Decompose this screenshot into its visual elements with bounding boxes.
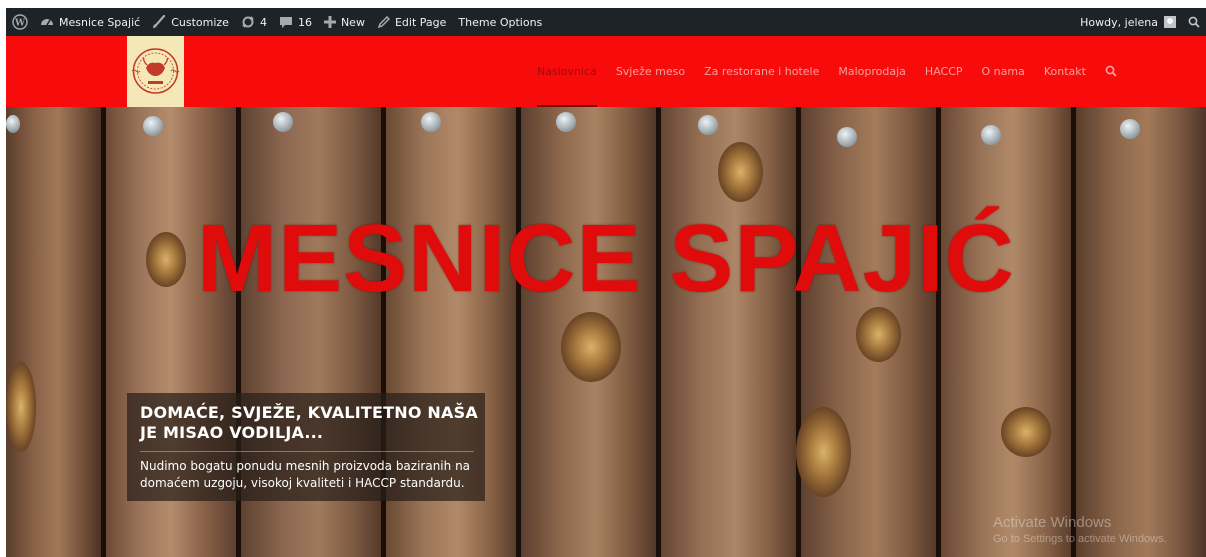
updates-count: 4 (259, 15, 267, 29)
main-navigation: Naslovnica Svježe meso Za restorane i ho… (537, 36, 1117, 108)
nav-label: Svježe meso (615, 65, 686, 78)
comments-count: 16 (297, 15, 312, 29)
pencil-icon (377, 15, 390, 29)
site-logo[interactable] (127, 36, 184, 107)
greeting-label: Howdy, jelena (1080, 15, 1158, 29)
refresh-icon (241, 15, 255, 29)
nav-item-haccp[interactable]: HACCP (925, 36, 963, 107)
site-header: Naslovnica Svježe meso Za restorane i ho… (6, 36, 1206, 108)
customize-label: Customize (171, 15, 229, 29)
nav-search-button[interactable] (1105, 36, 1117, 107)
customize-link[interactable]: Customize (146, 8, 235, 36)
nav-item-naslovnica[interactable]: Naslovnica (537, 36, 597, 108)
nav-label: HACCP (924, 65, 963, 78)
watermark-line2: Go to Settings to activate Windows. (993, 533, 1167, 545)
caption-heading: DOMAĆE, SVJEŽE, KVALITETNO NAŠA JE MISAO… (140, 403, 478, 442)
activate-windows-watermark: Activate Windows Go to Settings to activ… (993, 514, 1167, 545)
avatar (1164, 16, 1176, 28)
nav-label: O nama (981, 65, 1025, 78)
search-icon (1188, 16, 1200, 28)
updates-link[interactable]: 4 (235, 8, 273, 36)
admin-bar: W Mesnice Spajić Customize 4 16 New Edit… (6, 8, 1206, 36)
comment-bubble-icon (279, 15, 293, 29)
dashboard-icon (40, 15, 54, 29)
caption-divider (140, 451, 474, 452)
nav-label: Maloprodaja (838, 65, 906, 78)
hero-slider: MESNICE SPAJIĆ DOMAĆE, SVJEŽE, KVALITETN… (6, 107, 1206, 557)
nav-item-kontakt[interactable]: Kontakt (1044, 36, 1086, 107)
my-account-menu[interactable]: Howdy, jelena (1074, 8, 1182, 36)
slide-caption: DOMAĆE, SVJEŽE, KVALITETNO NAŠA JE MISAO… (127, 393, 485, 501)
theme-options-link[interactable]: Theme Options (452, 8, 548, 36)
svg-text:W: W (14, 19, 26, 29)
nav-label: Kontakt (1043, 65, 1086, 78)
browser-viewport: W Mesnice Spajić Customize 4 16 New Edit… (6, 8, 1206, 557)
edit-page-label: Edit Page (394, 15, 447, 29)
site-name-menu[interactable]: Mesnice Spajić (34, 8, 146, 36)
wp-logo-menu[interactable]: W (6, 8, 34, 36)
watermark-line1: Activate Windows (993, 514, 1112, 531)
new-content-menu[interactable]: New (318, 8, 371, 36)
paintbrush-icon (152, 15, 166, 29)
caption-text: Nudimo bogatu ponudu mesnih proizvoda ba… (140, 459, 471, 490)
edit-page-link[interactable]: Edit Page (371, 8, 452, 36)
nav-item-maloprodaja[interactable]: Maloprodaja (838, 36, 906, 107)
plus-icon (323, 16, 336, 28)
theme-options-label: Theme Options (458, 15, 543, 29)
admin-search[interactable] (1182, 8, 1206, 36)
nav-item-za-restorane-i-hotele[interactable]: Za restorane i hotele (704, 36, 819, 107)
nav-label: Za restorane i hotele (704, 65, 820, 78)
nav-item-svjeze-meso[interactable]: Svježe meso (616, 36, 685, 107)
search-icon (1105, 62, 1117, 81)
nav-label: Naslovnica (537, 65, 597, 78)
new-label: New (340, 15, 365, 29)
site-name-label: Mesnice Spajić (59, 15, 141, 29)
nav-item-o-nama[interactable]: O nama (982, 36, 1025, 107)
wordpress-icon: W (12, 14, 28, 30)
comments-link[interactable]: 16 (273, 8, 318, 36)
hero-title: MESNICE SPAJIĆ (197, 205, 1015, 312)
